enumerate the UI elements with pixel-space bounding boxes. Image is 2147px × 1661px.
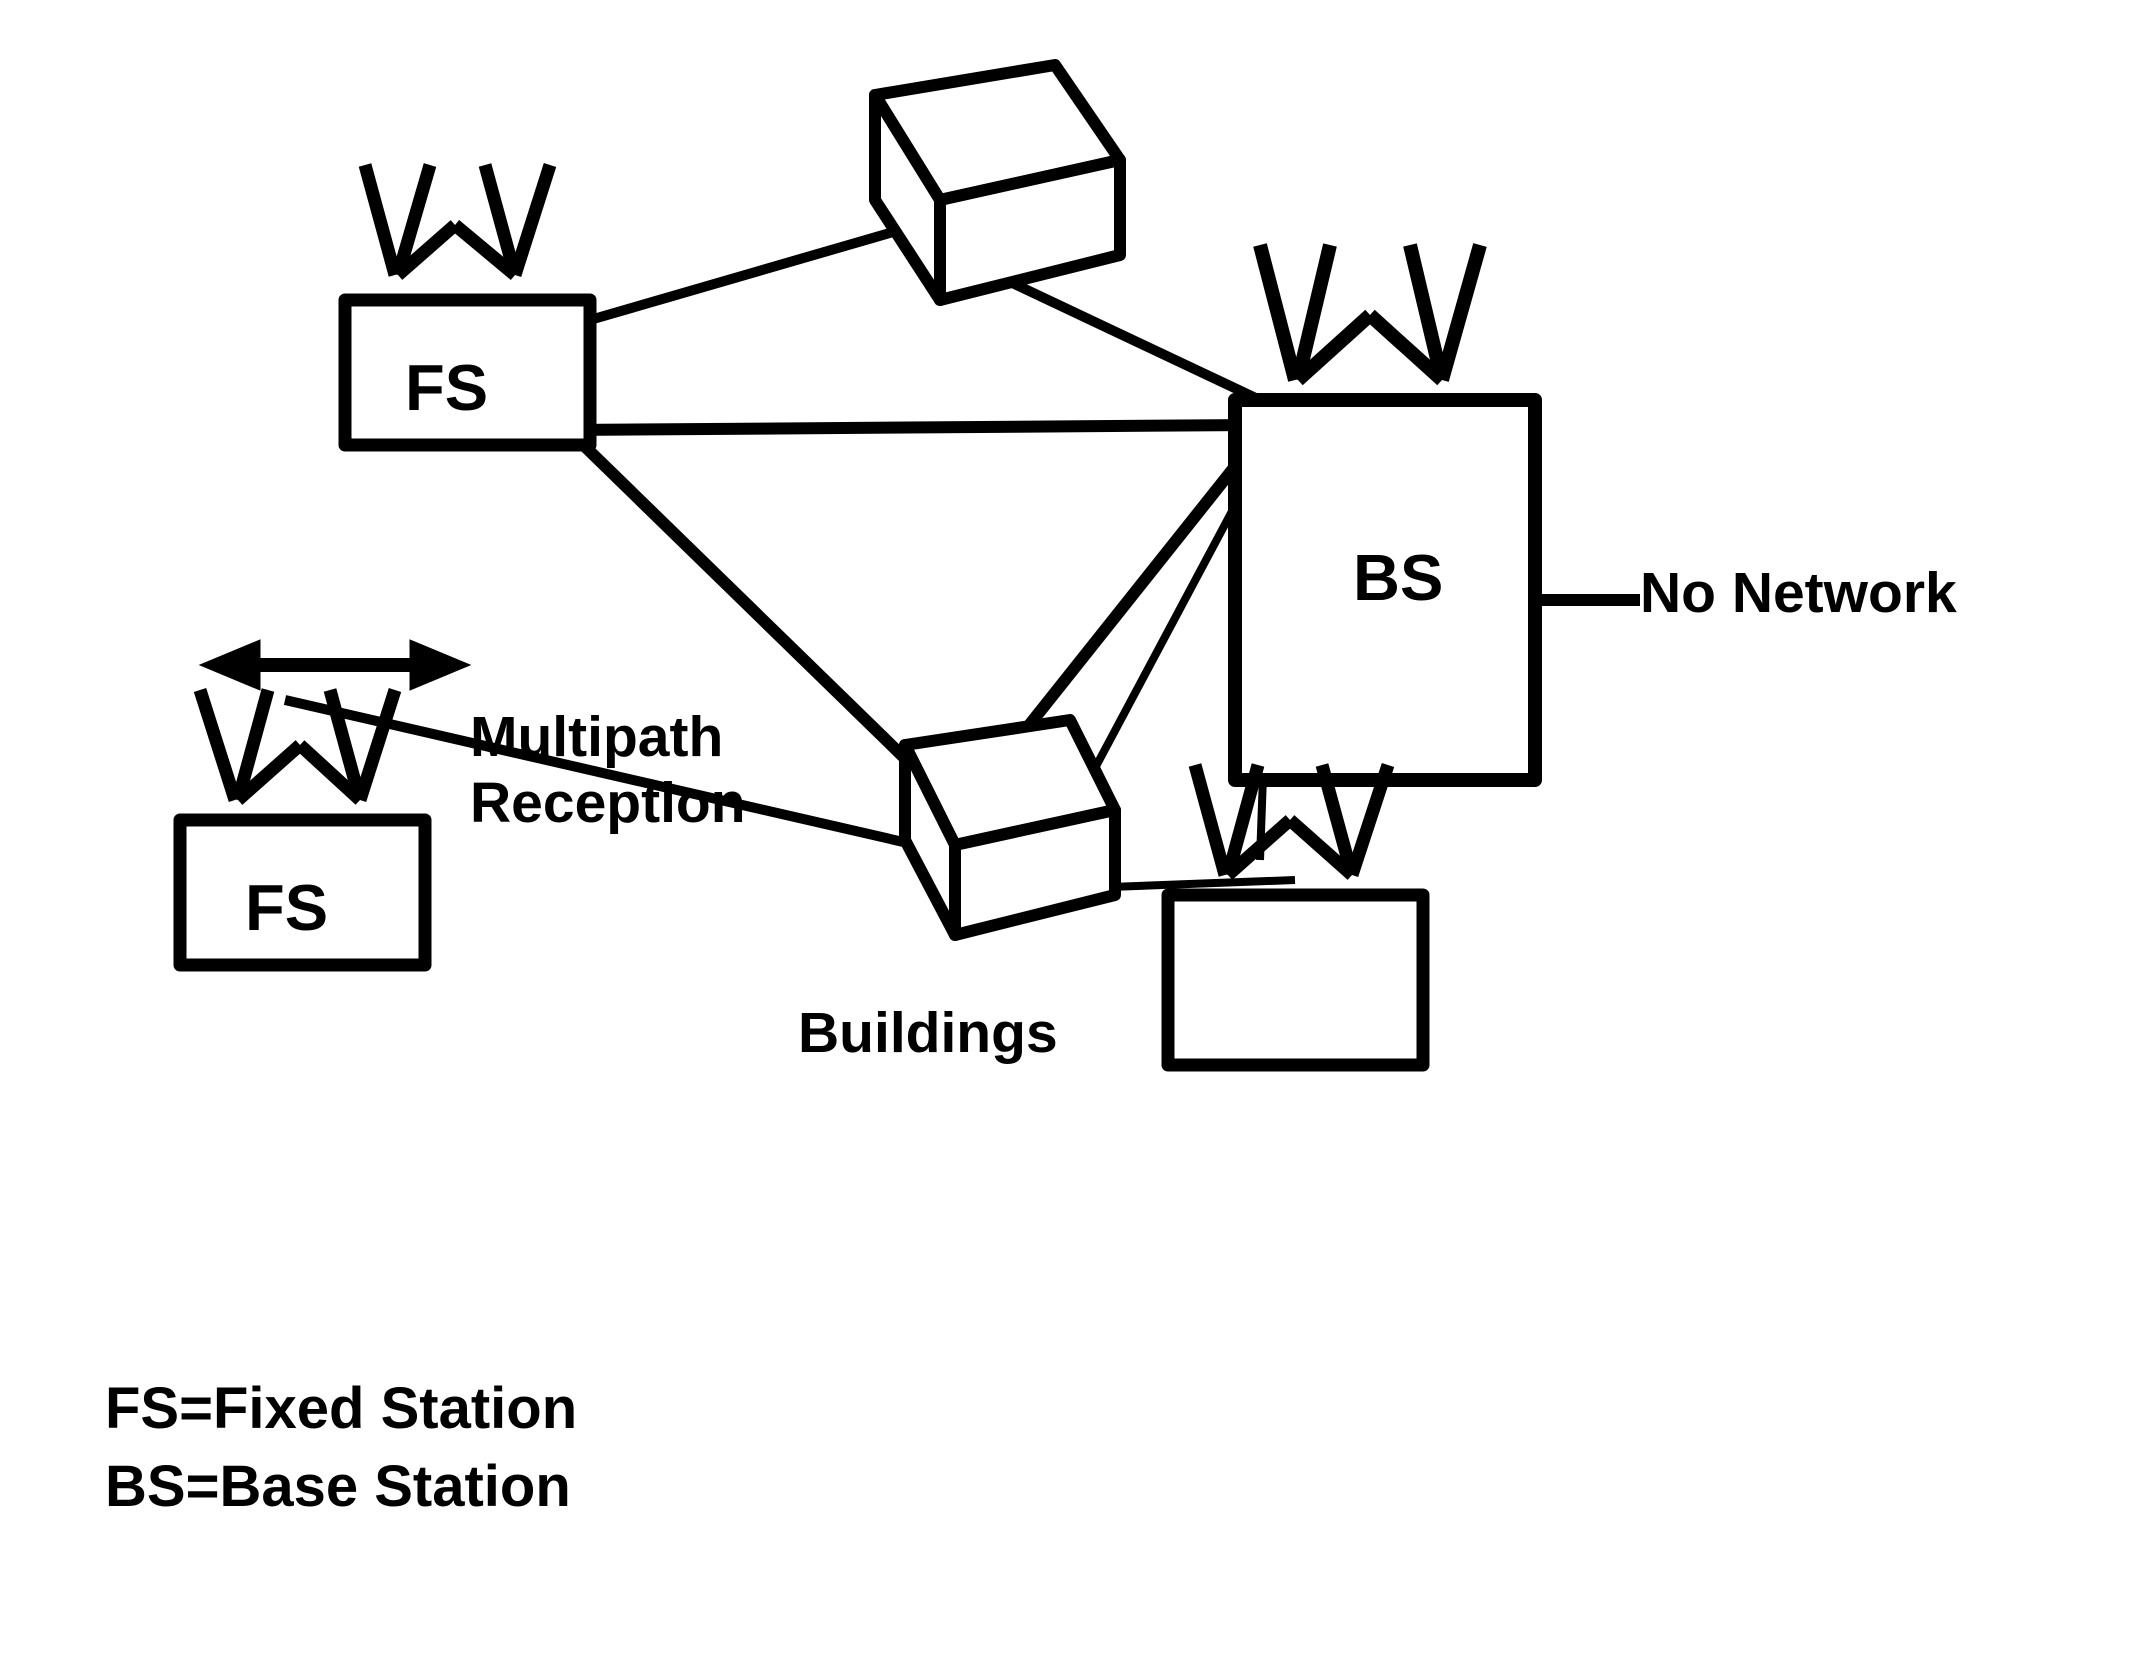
- no-network-label: No Network: [1640, 560, 1957, 626]
- multipath-diagram: FS FS BS No Network Multipath Reception …: [0, 0, 2147, 1661]
- legend: FS=Fixed Station BS=Base Station: [105, 1370, 577, 1527]
- multipath-line1: Multipath: [470, 705, 723, 769]
- fs-label-2: FS: [245, 870, 328, 945]
- legend-fs: FS=Fixed Station: [105, 1370, 577, 1448]
- fs-station-3: [1168, 765, 1423, 1065]
- multipath-label: Multipath Reception: [470, 705, 746, 836]
- bs-station: [1235, 245, 1535, 780]
- building-top: [875, 65, 1120, 300]
- buildings-label: Buildings: [798, 1000, 1058, 1066]
- bs-label: BS: [1353, 540, 1443, 615]
- building-middle: [905, 720, 1115, 935]
- legend-bs: BS=Base Station: [105, 1448, 577, 1526]
- double-arrow-icon: [200, 640, 470, 690]
- multipath-line2: Reception: [470, 771, 746, 835]
- fs-label-1: FS: [405, 350, 488, 425]
